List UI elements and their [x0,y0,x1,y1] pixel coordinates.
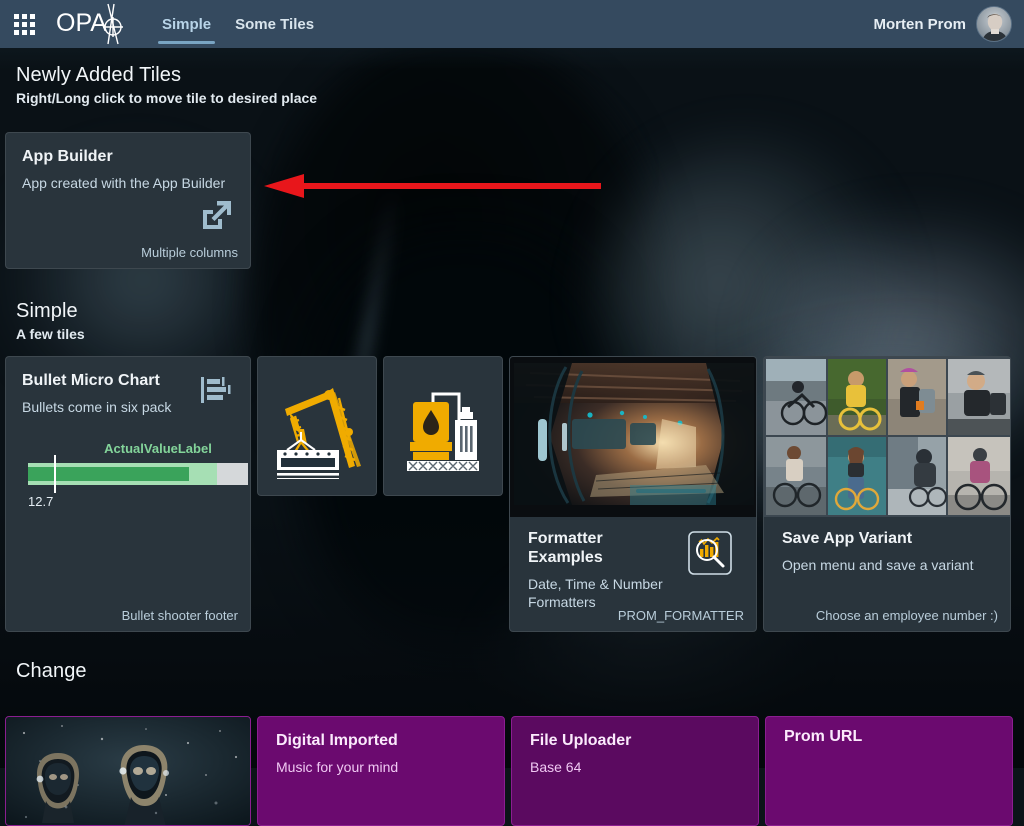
tile-app-builder[interactable]: App Builder App created with the App Bui… [5,132,251,269]
bullet-bar-track [28,463,248,485]
bullet-chart: ActualValueLabel 12.7 [22,441,238,509]
tile-subtitle: App created with the App Builder [22,175,236,193]
bullet-chart-icon [200,371,238,410]
tile-title: App Builder [22,147,236,166]
scifi-corridor-image [510,357,756,517]
user-name: Morten Prom [873,16,966,33]
cyclists-photo-grid [764,357,1010,517]
group-title: Change [16,660,87,683]
bullet-threshold-marker [54,455,56,493]
astronauts-image [6,717,251,826]
app-launcher-button[interactable] [0,0,48,48]
tile-subtitle: Date, Time & Number Formatters [528,576,678,611]
tile-title: Bullet Micro Chart [22,371,171,390]
tile-formatter-examples[interactable]: Formatter Examples Date, Time & Number F… [509,356,757,632]
tile-body: Save App Variant Open menu and save a va… [764,517,1010,575]
group-header-simple: Simple A few tiles [0,284,101,346]
group-subtitle: A few tiles [16,326,85,342]
external-link-icon [200,198,234,237]
avatar[interactable] [976,6,1012,42]
tab-some-tiles-label: Some Tiles [235,16,314,33]
tile-row-simple: Bullet Micro Chart Bullets come in six p… [5,356,1011,632]
tile-bullet-micro-chart[interactable]: Bullet Micro Chart Bullets come in six p… [5,356,251,632]
group-header-change: Change [0,644,103,687]
tab-simple[interactable]: Simple [150,0,223,48]
tile-file-uploader[interactable]: File Uploader Base 64 [511,716,759,826]
brand-logo[interactable]: OPA [56,0,128,48]
tile-refinery-image[interactable] [383,356,503,496]
oil-refinery-illustration [384,357,502,495]
tile-footer: Multiple columns [141,245,238,260]
tile-title: Formatter Examples [528,529,678,567]
grid-menu-icon [14,14,35,35]
tab-some-tiles[interactable]: Some Tiles [223,0,326,48]
tile-header: Bullet Micro Chart Bullets come in six p… [22,371,238,417]
tile-title: File Uploader [530,731,744,750]
bullet-actual-value-label: ActualValueLabel [28,441,238,456]
tile-footer: Choose an employee number :) [816,608,998,623]
tile-crane-image[interactable] [257,356,377,496]
launchpad-content: Newly Added Tiles Right/Long click to mo… [0,48,1024,768]
group-title: Newly Added Tiles [16,64,1008,87]
logo-text: OPA [56,11,107,36]
shell-header: OPA Simple Some Tiles Morten Prom [0,0,1024,48]
bullet-bar-actual [28,467,189,481]
group-subtitle: Right/Long click to move tile to desired… [16,90,1008,106]
group-title: Simple [16,300,85,323]
tile-footer: PROM_FORMATTER [618,608,744,623]
crane-illustration [258,357,376,495]
tile-row-change: Digital Imported Music for your mind Fil… [5,716,1013,826]
tile-save-app-variant[interactable]: Save App Variant Open menu and save a va… [763,356,1011,632]
tile-body: Formatter Examples Date, Time & Number F… [510,517,756,611]
tile-subtitle: Open menu and save a variant [782,557,996,575]
bullet-threshold-value: 12.7 [28,494,238,509]
tile-astronauts-photo[interactable] [5,716,251,826]
nav-tabs: Simple Some Tiles [150,0,326,48]
header-right-area: Morten Prom [873,6,1024,42]
tile-title: Prom URL [784,727,998,746]
tile-footer: Bullet shooter footer [122,608,238,623]
tile-prom-url[interactable]: Prom URL [765,716,1013,826]
tile-title: Save App Variant [782,529,996,548]
tile-subtitle: Bullets come in six pack [22,399,171,417]
tile-title: Digital Imported [276,731,490,750]
chart-magnifier-icon [688,531,732,580]
group-header-newly-added: Newly Added Tiles Right/Long click to mo… [0,48,1024,110]
tile-digital-imported[interactable]: Digital Imported Music for your mind [257,716,505,826]
tab-simple-label: Simple [162,16,211,33]
